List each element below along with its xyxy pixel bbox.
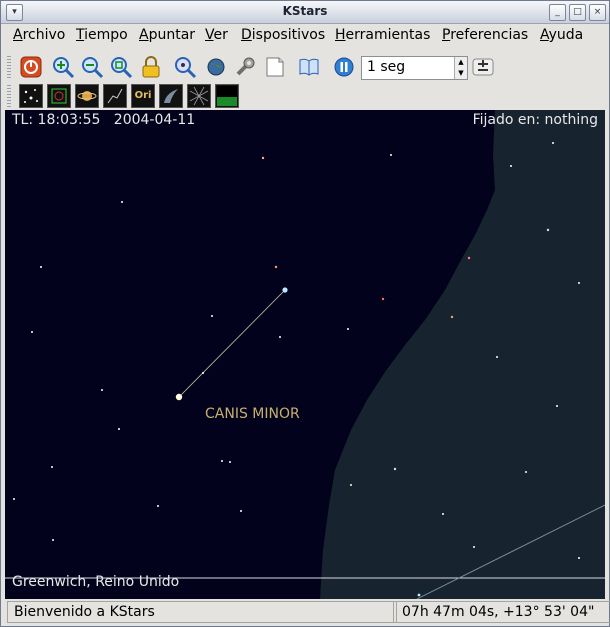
star: [118, 428, 120, 430]
zoom-out-icon[interactable]: [80, 55, 104, 79]
star: [525, 471, 527, 473]
star: [240, 510, 242, 512]
zoom-default-icon[interactable]: [109, 55, 133, 79]
time-step-value: 1 seg: [367, 59, 406, 75]
view-toolbar-grip[interactable]: [7, 85, 11, 107]
stars-toggle-icon[interactable]: [19, 84, 43, 108]
solar-system-toggle-icon[interactable]: [75, 84, 99, 108]
deep-sky-toggle-icon[interactable]: [47, 84, 71, 108]
star: [101, 389, 103, 391]
star: [40, 266, 42, 268]
focus-label: Fijado en:: [472, 112, 541, 128]
menu-dispositivos[interactable]: Dispositivos: [241, 27, 325, 43]
status-message: Bienvenido a KStars: [7, 601, 397, 623]
date-value: 2004-04-11: [113, 112, 196, 128]
menu-bar: Archivo Tiempo Apuntar Ver Dispositivos …: [1, 24, 609, 48]
wrench-icon[interactable]: [233, 55, 257, 79]
star: [13, 498, 15, 500]
book-icon[interactable]: [297, 55, 321, 79]
focus-object: nothing: [544, 112, 598, 128]
star: [390, 154, 392, 156]
menu-herramientas[interactable]: Herramientas: [335, 27, 430, 43]
time-value: 18:03:55: [37, 112, 101, 128]
focus-display: Fijado en: nothing: [473, 112, 598, 128]
star-gomeisa[interactable]: [282, 287, 288, 293]
star: [467, 256, 471, 260]
coordinate-grid-toggle-icon[interactable]: [187, 84, 211, 108]
time-step-arrows[interactable]: ▲ ▼: [454, 57, 467, 79]
constellation-name-cmi: CANIS MINOR: [205, 406, 300, 422]
star-procyon[interactable]: [175, 393, 183, 401]
star: [261, 156, 265, 160]
constellation-lines-toggle-icon[interactable]: [103, 84, 127, 108]
star: [211, 315, 213, 317]
star: [510, 165, 512, 167]
maximize-button[interactable]: □: [569, 4, 586, 21]
location-display: Greenwich, Reino Unido: [12, 574, 180, 590]
milky-way-band: [320, 110, 605, 599]
note-icon[interactable]: [263, 55, 287, 79]
zoom-in-icon[interactable]: [51, 55, 75, 79]
star: [381, 297, 385, 301]
find-object-icon[interactable]: [173, 55, 197, 79]
star: [52, 539, 54, 541]
constellation-names-toggle-icon[interactable]: Ori: [131, 84, 155, 108]
star: [578, 557, 580, 559]
menu-apuntar[interactable]: Apuntar: [139, 27, 195, 43]
star: [202, 372, 204, 374]
time-display: TL: 18:03:55 2004-04-11: [12, 112, 195, 128]
menu-tiempo[interactable]: Tiempo: [76, 27, 128, 43]
star: [552, 142, 554, 144]
menu-ver[interactable]: Ver: [205, 27, 228, 43]
globe-icon[interactable]: [204, 55, 228, 79]
time-step-units-icon[interactable]: [471, 55, 495, 79]
star: [157, 505, 159, 507]
star: [496, 356, 498, 358]
title-bar[interactable]: ▾ KStars _ □ ×: [1, 1, 609, 24]
star: [279, 336, 281, 338]
menu-ayuda[interactable]: Ayuda: [540, 27, 583, 43]
horizon-toggle-icon[interactable]: [215, 84, 239, 108]
menu-archivo[interactable]: Archivo: [13, 27, 65, 43]
time-step-spinbox[interactable]: 1 seg ▲ ▼: [361, 56, 468, 80]
lock-icon[interactable]: [139, 55, 163, 79]
star: [450, 315, 454, 319]
star: [578, 282, 580, 284]
constellation-line-cmi: [178, 289, 286, 398]
star: [556, 405, 558, 407]
menu-preferencias[interactable]: Preferencias: [442, 27, 528, 43]
star: [442, 513, 444, 515]
milky-way-toggle-icon[interactable]: [159, 84, 183, 108]
window-title: KStars: [282, 4, 328, 18]
star: [473, 546, 475, 548]
star: [121, 201, 123, 203]
star: [347, 328, 349, 330]
star: [350, 484, 352, 486]
pause-icon[interactable]: [332, 55, 356, 79]
star: [31, 331, 33, 333]
main-toolbar: 1 seg ▲ ▼: [1, 52, 609, 82]
star: [546, 228, 550, 232]
star: [51, 466, 53, 468]
status-bar: Bienvenido a KStars 07h 47m 04s, +13° 53…: [1, 600, 610, 624]
star: [393, 467, 397, 471]
close-button[interactable]: ×: [589, 4, 606, 21]
star: [221, 460, 223, 462]
minimize-button[interactable]: _: [549, 4, 566, 21]
view-toolbar: Ori: [1, 81, 609, 111]
time-label: TL:: [12, 112, 34, 128]
star: [417, 593, 421, 597]
sky-map[interactable]: TL: 18:03:55 2004-04-11 Fijado en: nothi…: [5, 110, 605, 599]
status-coordinates: 07h 47m 04s, +13° 53' 04": [393, 601, 610, 623]
toolbar-grip[interactable]: [7, 56, 11, 78]
kstars-window: ▾ KStars _ □ × Archivo Tiempo Apuntar Ve…: [0, 0, 610, 627]
star: [274, 265, 278, 269]
sky-map-canvas[interactable]: [5, 110, 605, 599]
star: [229, 461, 231, 463]
power-icon[interactable]: [19, 55, 43, 79]
